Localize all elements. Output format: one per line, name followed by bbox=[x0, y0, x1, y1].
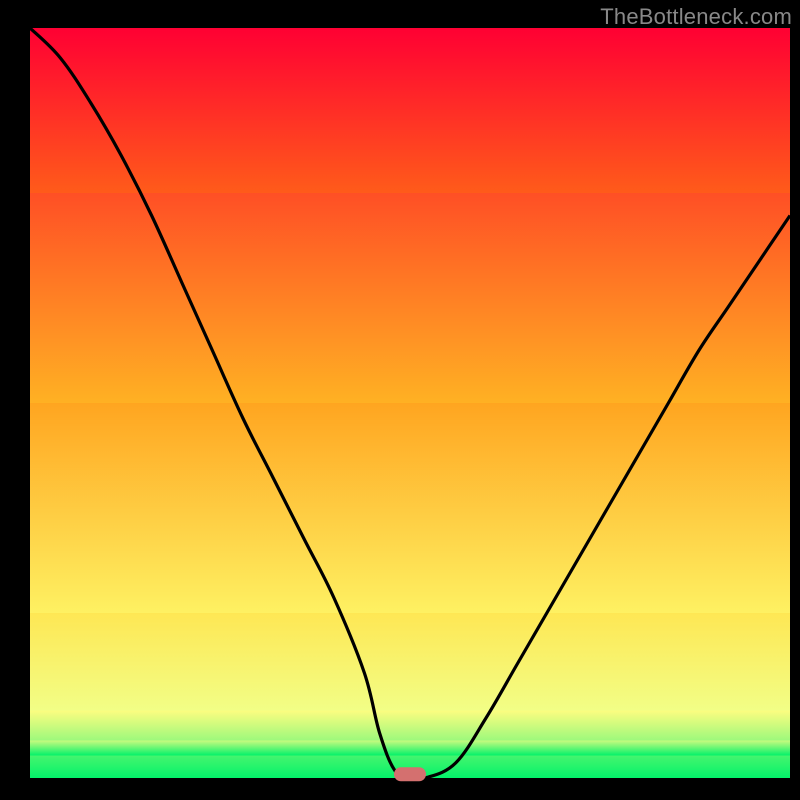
chart-frame: TheBottleneck.com bbox=[0, 0, 800, 800]
plot-background bbox=[30, 28, 790, 778]
optimal-marker bbox=[394, 767, 426, 781]
attribution-text: TheBottleneck.com bbox=[600, 4, 792, 30]
bottleneck-chart bbox=[0, 0, 800, 800]
